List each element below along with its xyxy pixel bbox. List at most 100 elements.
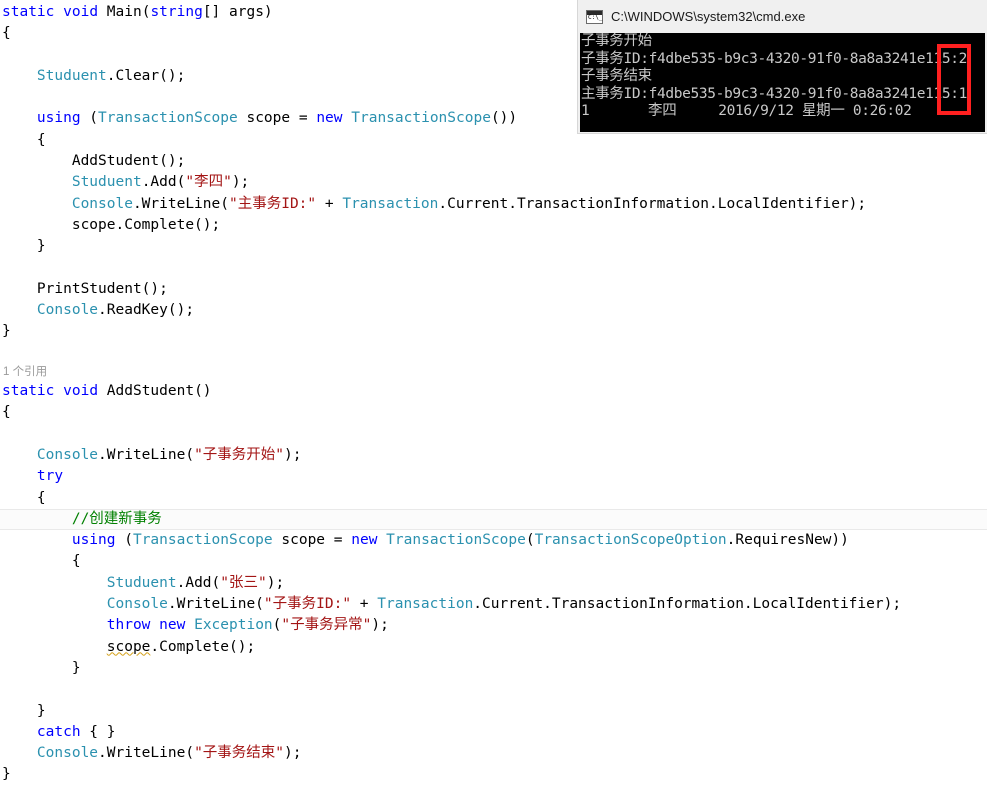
code-line[interactable]: //创建新事务 [0,508,987,531]
code-token: Console [36,446,99,463]
code-line[interactable]: using (TransactionScope scope = new Tran… [0,530,987,551]
code-token: ); [284,446,302,463]
code-token: "李四" [185,174,232,191]
code-token: ); [231,174,250,191]
code-token: scope = [272,532,352,549]
code-line[interactable]: PrintStudent(); [0,279,987,300]
code-line[interactable] [0,679,987,700]
code-token: scope.Complete(); [2,216,221,233]
console-title-text: C:\WINDOWS\system32\cmd.exe [611,9,806,24]
code-line[interactable]: { [0,488,987,509]
code-token: .Add( [141,174,186,191]
code-token: } [2,323,11,340]
code-line[interactable]: scope.Complete(); [0,637,987,658]
code-token: + [351,596,378,613]
code-token: Studuent [71,174,142,191]
code-token: Exception [194,617,273,634]
console-titlebar[interactable]: C:\WINDOWS\system32\cmd.exe [578,0,987,33]
code-token: static [2,4,55,20]
code-token: Transaction [342,195,439,212]
code-token: Console [36,302,99,319]
code-token: "主事务ID:" [228,195,317,212]
code-token: Studuent [106,574,177,591]
code-line[interactable]: catch { } [0,722,987,743]
code-token: "子事务ID:" [263,596,352,613]
code-line[interactable]: Console.ReadKey(); [0,300,987,321]
code-line[interactable]: Console.WriteLine("主事务ID:" + Transaction… [0,194,987,215]
code-token: .WriteLine( [98,446,195,463]
code-token: { [2,131,46,148]
code-line[interactable]: } [0,321,987,342]
code-line[interactable]: } [0,658,987,679]
code-token: .Complete(); [150,638,256,655]
code-token: scope [106,638,151,655]
code-token: Console [71,195,133,212]
code-token: "张三" [220,574,267,591]
code-line[interactable]: AddStudent(); [0,151,987,172]
code-token: Main( [98,4,151,20]
code-token: //创建新事务 [71,510,162,527]
code-line[interactable]: Console.WriteLine("子事务ID:" + Transaction… [0,594,987,615]
code-token: + [316,195,343,212]
code-token: using [71,532,116,549]
code-line[interactable]: { [0,551,987,572]
code-line[interactable]: } [0,701,987,722]
code-token: .Clear(); [106,67,186,84]
code-token: } [2,702,46,719]
code-line[interactable] [0,343,987,364]
code-line[interactable]: scope.Complete(); [0,215,987,236]
code-line[interactable]: } [0,764,987,785]
code-token: .WriteLine( [132,195,229,212]
code-token: static [2,383,55,400]
code-token: void [63,383,99,400]
code-token: } [2,659,81,676]
code-token: Console [106,596,168,613]
code-token: .Add( [176,574,221,591]
code-line[interactable]: static void AddStudent() [0,381,987,402]
code-line[interactable]: Console.WriteLine("子事务结束"); [0,743,987,764]
console-output-line: 子事务结束 [581,68,652,84]
code-line[interactable]: Studuent.Add("张三"); [0,573,987,594]
code-token: .WriteLine( [98,745,195,762]
code-token: catch [36,723,81,740]
console-output-line: 子事务开始 [581,33,652,49]
code-token: ()) [490,110,518,127]
code-token: TransactionScope [98,110,238,127]
code-token: { } [80,723,116,740]
console-output-line: 1 李四 2016/9/12 星期一 0:26:02 [581,103,912,119]
console-output-line: 主事务ID:f4dbe535-b9c3-4320-91f0-8a8a3241e1… [581,85,968,102]
code-line[interactable]: } [0,236,987,257]
console-output-area[interactable]: 子事务开始 子事务ID:f4dbe535-b9c3-4320-91f0-8a8a3… [580,33,985,132]
code-token: ); [371,617,389,634]
code-line[interactable]: Console.WriteLine("子事务开始"); [0,445,987,466]
code-token: .Current.TransactionInformation.LocalIde… [438,195,867,212]
code-token: Studuent [36,67,107,84]
code-line[interactable]: Studuent.Add("李四"); [0,172,987,193]
code-line[interactable]: try [0,466,987,487]
code-token: ); [266,574,285,591]
console-output-line: 子事务ID:f4dbe535-b9c3-4320-91f0-8a8a3241e1… [581,50,968,67]
code-token: "子事务异常" [281,617,372,634]
code-line[interactable] [0,258,987,279]
code-line[interactable] [0,424,987,445]
cmd-console-window[interactable]: C:\WINDOWS\system32\cmd.exe 子事务开始子事务ID:f… [578,0,987,133]
code-token: TransactionScope [351,110,491,127]
code-token: { [2,489,46,506]
code-line[interactable]: throw new Exception("子事务异常"); [0,615,987,636]
code-token: "子事务开始" [194,446,285,463]
code-token: .RequiresNew)) [726,532,849,549]
code-line[interactable]: { [0,402,987,423]
codelens-reference-count[interactable]: 1 个引用 [0,364,987,381]
code-token: [] args) [202,4,273,20]
